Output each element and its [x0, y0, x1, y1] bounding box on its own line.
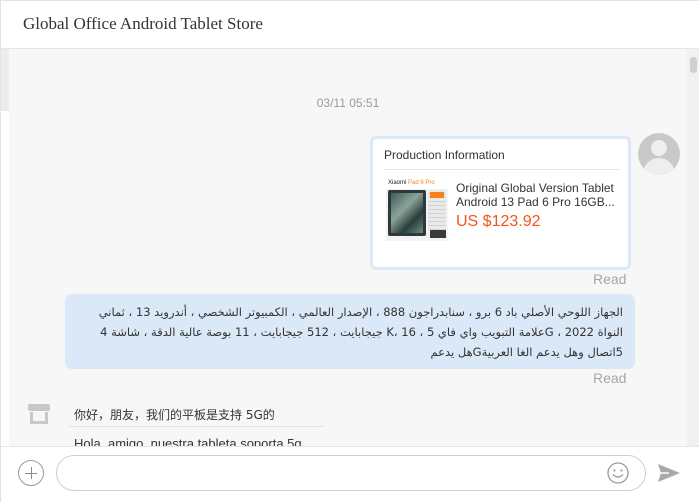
store-icon-wall	[30, 412, 48, 424]
chat-window: Global Office Android Tablet Store 03/11…	[0, 0, 699, 502]
keyboard-graphic	[430, 230, 446, 238]
avatar-head	[651, 140, 667, 156]
read-status: Read	[593, 271, 627, 287]
store-title: Global Office Android Tablet Store	[23, 14, 263, 33]
product-name-line: Android 13 Pad 6 Pro 16GB...	[456, 195, 615, 209]
card-divider	[383, 169, 620, 170]
tablet-screen	[391, 193, 423, 233]
product-name[interactable]: Original Global Version Tablet Android 1…	[456, 181, 624, 209]
store-icon-roof	[28, 404, 50, 411]
message-scrollbar[interactable]	[687, 49, 699, 446]
side-panel-edge	[1, 49, 9, 111]
spec-badge	[430, 192, 444, 198]
outgoing-message-bubble: الجهاز اللوحي الأصلي باد 6 برو ، سنابدرا…	[65, 294, 635, 369]
message-input[interactable]	[56, 455, 646, 491]
product-image[interactable]: Xiaomi Pad 6 Pro	[386, 178, 448, 241]
product-price: US $123.92	[456, 213, 541, 230]
product-image-model: Pad 6 Pro	[408, 180, 435, 186]
tablet-graphic	[388, 190, 426, 236]
incoming-message-text: Hola, amigo, nuestra tableta soporta 5g	[74, 436, 302, 446]
product-card[interactable]: Production Information Xiaomi Pad 6 Pro …	[370, 136, 631, 270]
spec-graphic	[428, 190, 446, 230]
user-avatar-icon	[638, 133, 680, 175]
product-image-brand: Xiaomi	[388, 180, 407, 186]
chat-header: Global Office Android Tablet Store	[1, 1, 699, 49]
product-name-line: Original Global Version Tablet	[456, 181, 614, 195]
message-timestamp: 03/11 05:51	[316, 96, 380, 110]
avatar-body	[643, 158, 675, 175]
message-divider	[69, 426, 324, 427]
store-icon	[28, 404, 50, 424]
product-image-label: Xiaomi Pad 6 Pro	[386, 178, 448, 189]
smiley-icon[interactable]	[606, 461, 630, 485]
message-list[interactable]: 03/11 05:51 Production Information Xiaom…	[9, 49, 687, 446]
plus-icon[interactable]	[18, 460, 44, 486]
scrollbar-thumb[interactable]	[690, 57, 697, 73]
incoming-message-text: 你好，朋友，我们的平板是支持 5G的	[74, 408, 275, 422]
product-card-heading: Production Information	[384, 148, 505, 162]
composer-bar	[1, 446, 699, 502]
send-icon[interactable]	[656, 460, 682, 486]
read-status: Read	[593, 370, 627, 386]
